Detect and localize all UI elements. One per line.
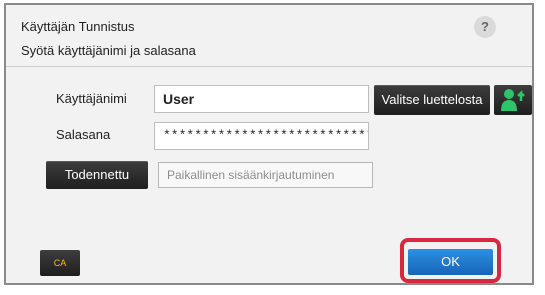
auth-dialog: Käyttäjän Tunnistus ? Syötä käyttäjänimi…	[4, 3, 534, 285]
select-from-list-button[interactable]: Valitse luettelosta	[374, 85, 490, 115]
help-button[interactable]: ?	[474, 16, 496, 38]
divider	[6, 66, 532, 67]
local-login-button[interactable]: Paikallinen sisäänkirjautuminen	[158, 162, 373, 188]
dialog-subtitle: Syötä käyttäjänimi ja salasana	[21, 43, 196, 58]
username-label: Käyttäjänimi	[56, 91, 127, 106]
dialog-title: Käyttäjän Tunnistus	[21, 19, 135, 34]
password-label: Salasana	[56, 127, 111, 142]
password-field[interactable]: ***************************...	[154, 122, 369, 150]
ok-button[interactable]: OK	[408, 249, 493, 275]
ca-button[interactable]: CA	[40, 250, 80, 276]
username-field[interactable]: User	[154, 85, 369, 113]
authenticated-button[interactable]: Todennettu	[46, 161, 148, 189]
user-list-button[interactable]	[494, 85, 532, 115]
user-add-icon	[501, 89, 525, 111]
